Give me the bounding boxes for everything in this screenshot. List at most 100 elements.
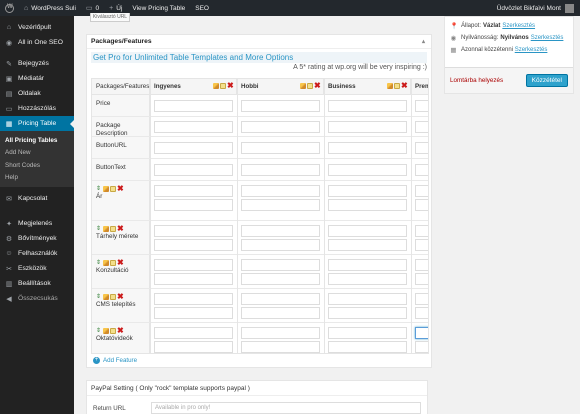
package-value-input[interactable]: [328, 239, 407, 251]
sidebar-item-media[interactable]: ▣ Médiatár: [0, 71, 74, 86]
package-value-input[interactable]: [415, 259, 428, 271]
move-icon[interactable]: ⇕: [96, 260, 102, 266]
package-value-input[interactable]: [154, 259, 233, 271]
sidebar-item-pages[interactable]: ▤ Oldalak: [0, 86, 74, 101]
package-value-input[interactable]: [154, 273, 233, 285]
sidebar-item-users[interactable]: ☺ Felhasználók: [0, 246, 74, 261]
delete-icon[interactable]: ✖: [117, 259, 124, 267]
package-value-input[interactable]: [328, 185, 407, 197]
note-icon[interactable]: [110, 226, 116, 232]
package-value-input[interactable]: [415, 164, 428, 176]
toggle-arrow-icon[interactable]: ▴: [422, 38, 425, 45]
package-value-input[interactable]: [415, 293, 428, 305]
package-value-input[interactable]: [328, 259, 407, 271]
package-value-input[interactable]: [328, 164, 407, 176]
edit-icon[interactable]: [300, 83, 306, 89]
package-value-input[interactable]: [328, 293, 407, 305]
sidebar-item-dashboard[interactable]: ⌂ Vezérlőpult: [0, 20, 74, 35]
sidebar-item-plugins[interactable]: ⚙ Bővítmények: [0, 231, 74, 246]
delete-icon[interactable]: ✖: [227, 82, 234, 90]
delete-icon[interactable]: ✖: [117, 225, 124, 233]
package-value-input[interactable]: [241, 259, 320, 271]
note-icon[interactable]: [220, 83, 226, 89]
column-title[interactable]: Business: [328, 83, 356, 90]
sidebar-item-tools[interactable]: ✂ Eszközök: [0, 261, 74, 276]
package-value-input[interactable]: [415, 225, 428, 237]
edit-visibility-link[interactable]: Szerkesztés: [531, 35, 564, 41]
avatar[interactable]: [565, 3, 574, 13]
note-icon[interactable]: [110, 186, 116, 192]
package-value-input[interactable]: [154, 100, 233, 112]
sidebar-item-collapse[interactable]: ◀ Összecsukás: [0, 291, 74, 306]
add-feature-button[interactable]: + Add Feature: [93, 357, 137, 364]
column-title[interactable]: Prem: [415, 83, 428, 90]
return-url-input[interactable]: Available in pro only!: [151, 402, 421, 414]
edit-icon[interactable]: [103, 294, 109, 300]
delete-icon[interactable]: ✖: [401, 82, 408, 90]
sidebar-item-settings[interactable]: ▥ Beállítások: [0, 276, 74, 291]
edit-icon[interactable]: [103, 226, 109, 232]
move-icon[interactable]: ⇕: [96, 226, 102, 232]
submenu-add-new[interactable]: Add New: [0, 147, 74, 160]
package-value-input[interactable]: [415, 327, 428, 339]
note-icon[interactable]: [110, 328, 116, 334]
top-stub-button[interactable]: Kiválasztó URL: [90, 13, 130, 22]
package-value-input[interactable]: [241, 142, 320, 154]
package-value-input[interactable]: [415, 121, 428, 133]
package-value-input[interactable]: [154, 239, 233, 251]
submenu-short-codes[interactable]: Short Codes: [0, 159, 74, 172]
package-value-input[interactable]: [241, 199, 320, 211]
wp-logo-button[interactable]: [0, 0, 19, 16]
package-value-input[interactable]: [154, 307, 233, 319]
view-pricing-table-link[interactable]: View Pricing Table: [127, 0, 190, 16]
package-value-input[interactable]: [415, 142, 428, 154]
package-value-input[interactable]: [241, 225, 320, 237]
sidebar-item-posts[interactable]: ✎ Bejegyzés: [0, 56, 74, 71]
note-icon[interactable]: [110, 294, 116, 300]
package-value-input[interactable]: [415, 341, 428, 353]
pro-promo-banner[interactable]: Get Pro for Unlimited Table Templates an…: [91, 52, 427, 63]
package-value-input[interactable]: [328, 327, 407, 339]
package-value-input[interactable]: [241, 239, 320, 251]
package-value-input[interactable]: [328, 121, 407, 133]
sidebar-item-comments[interactable]: ▭ Hozzászólás: [0, 101, 74, 116]
package-value-input[interactable]: [328, 341, 407, 353]
package-value-input[interactable]: [328, 100, 407, 112]
package-value-input[interactable]: [328, 225, 407, 237]
site-name-link[interactable]: ⌂ WordPress Suli: [19, 0, 81, 16]
edit-publish-time-link[interactable]: Szerkesztés: [515, 47, 548, 53]
move-to-trash-link[interactable]: Lomtárba helyezés: [450, 77, 503, 84]
move-icon[interactable]: ⇕: [96, 294, 102, 300]
package-value-input[interactable]: [154, 121, 233, 133]
package-value-input[interactable]: [415, 199, 428, 211]
package-value-input[interactable]: [328, 273, 407, 285]
package-value-input[interactable]: [415, 273, 428, 285]
delete-icon[interactable]: ✖: [314, 82, 321, 90]
package-value-input[interactable]: [328, 199, 407, 211]
package-value-input[interactable]: [415, 307, 428, 319]
sidebar-item-seo[interactable]: ◉ All in One SEO: [0, 35, 74, 50]
package-value-input[interactable]: [415, 100, 428, 112]
edit-icon[interactable]: [103, 186, 109, 192]
edit-icon[interactable]: [103, 328, 109, 334]
move-icon[interactable]: ⇕: [96, 186, 102, 192]
note-icon[interactable]: [110, 260, 116, 266]
greeting-link[interactable]: Üdvözlet Bikfaìvi Mont: [497, 5, 561, 12]
move-icon[interactable]: ⇕: [96, 328, 102, 334]
package-value-input[interactable]: [328, 142, 407, 154]
package-value-input[interactable]: [241, 341, 320, 353]
delete-icon[interactable]: ✖: [117, 293, 124, 301]
package-value-input[interactable]: [154, 293, 233, 305]
publish-button[interactable]: Közzététel: [525, 74, 568, 87]
column-title[interactable]: Hobbi: [241, 83, 259, 90]
package-value-input[interactable]: [241, 164, 320, 176]
package-value-input[interactable]: [241, 307, 320, 319]
box-header[interactable]: Packages/Features ▴: [87, 35, 431, 49]
delete-icon[interactable]: ✖: [117, 327, 124, 335]
package-value-input[interactable]: [415, 239, 428, 251]
sidebar-item-contact[interactable]: ✉ Kapcsolat: [0, 191, 74, 206]
package-value-input[interactable]: [241, 327, 320, 339]
package-value-input[interactable]: [241, 121, 320, 133]
package-value-input[interactable]: [241, 293, 320, 305]
note-icon[interactable]: [307, 83, 313, 89]
